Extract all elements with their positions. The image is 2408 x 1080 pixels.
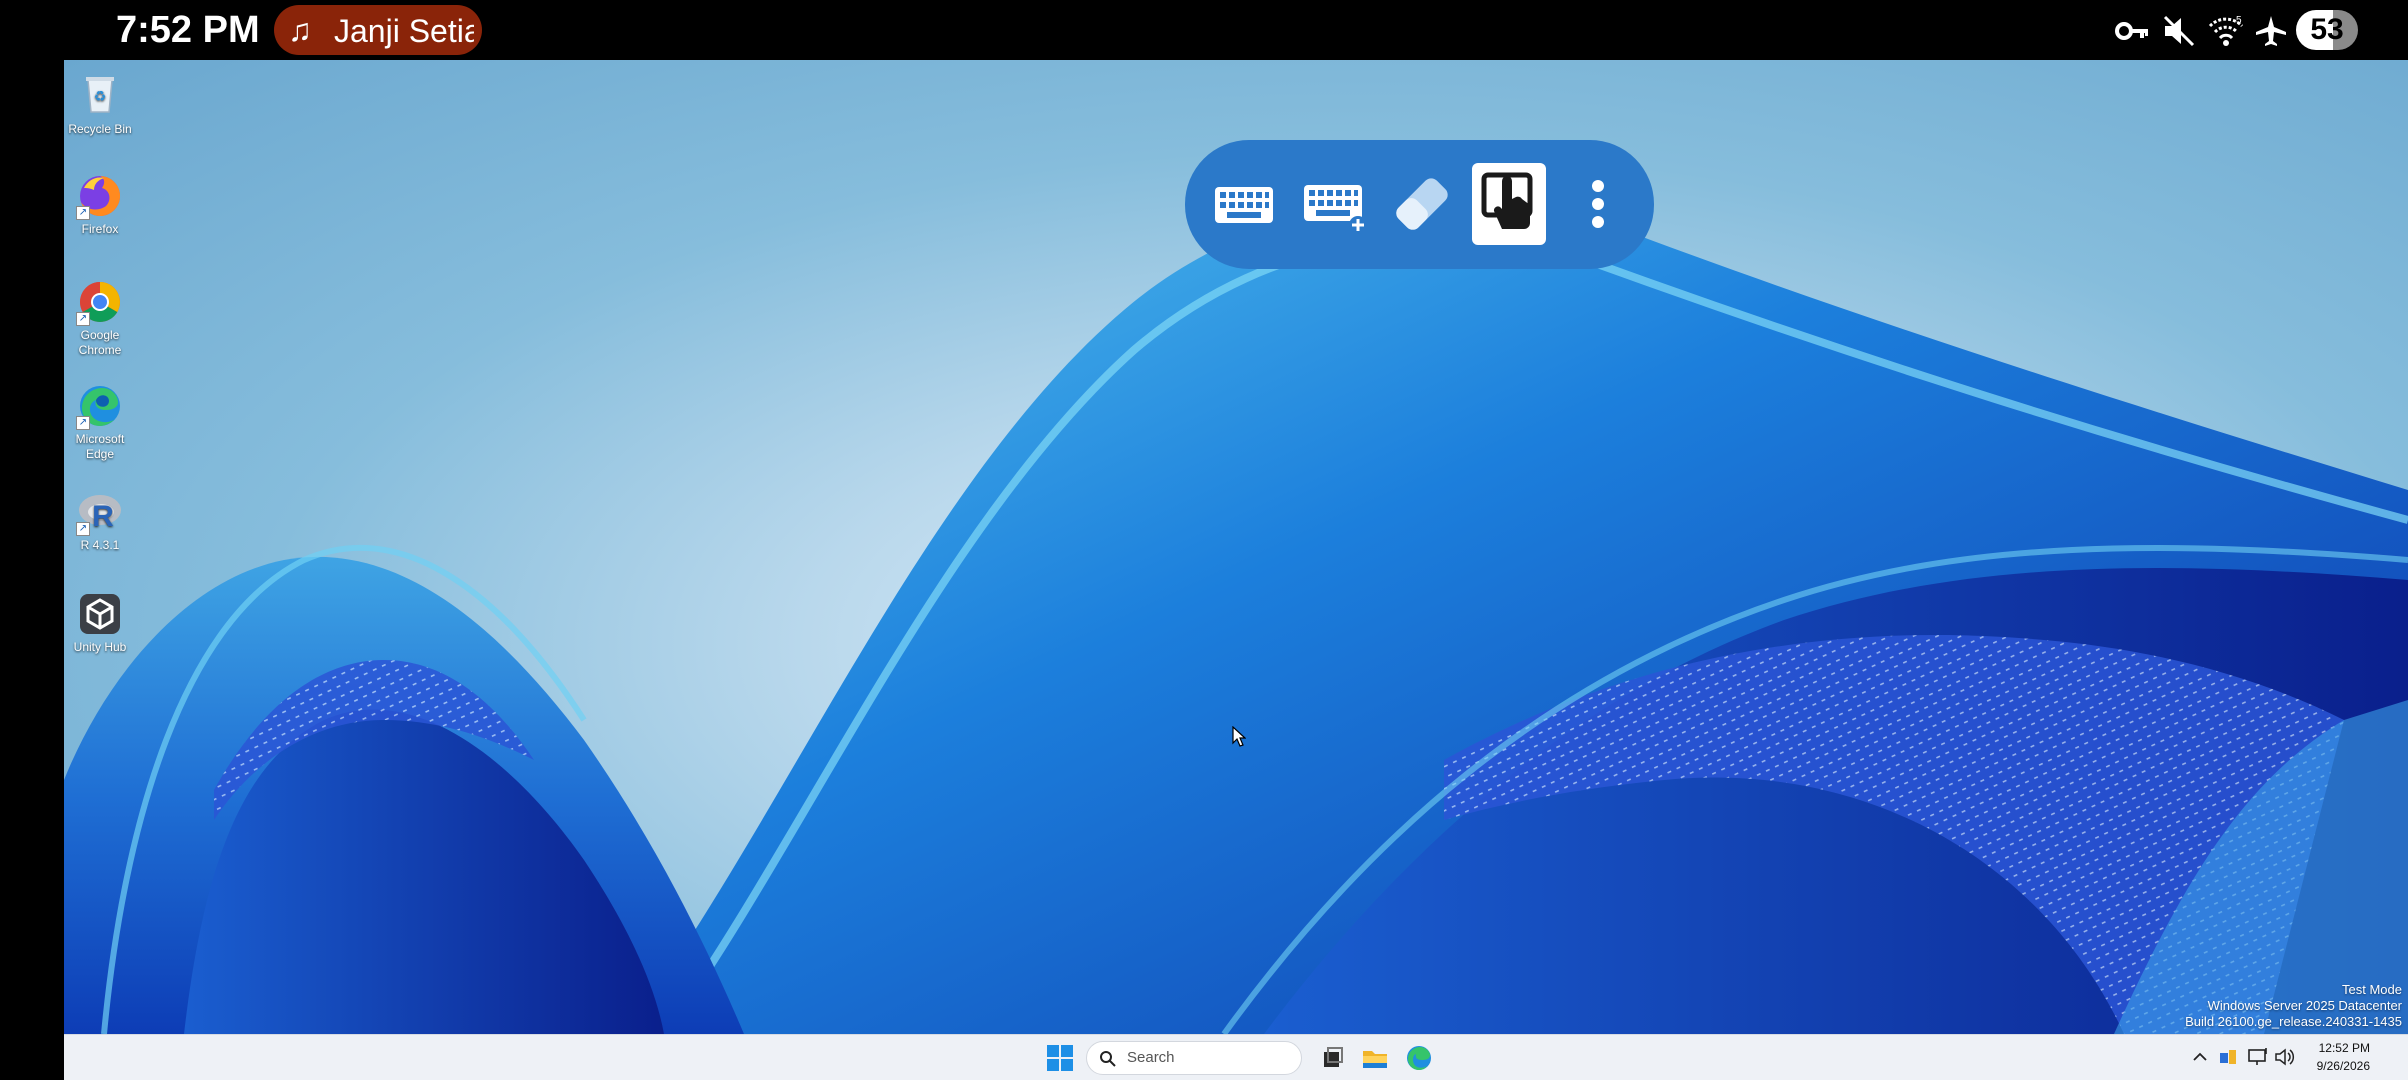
keyboard-add-button[interactable] [1296,163,1370,245]
taskbar-search-box[interactable]: Search [1086,1041,1302,1075]
chevron-up-icon[interactable] [2188,1045,2212,1069]
desktop-icon-label: Firefox [81,222,119,236]
wifi-icon: 5 [2208,15,2244,46]
eraser-icon [1396,178,1448,230]
windows-desktop[interactable]: ♻ Recycle Bin ↗ Firefox ↗ Google Chrome … [64,60,2408,1034]
watermark-line: Test Mode [2342,982,2402,997]
media-chip[interactable]: ♫ Janji Setia [274,5,482,55]
svg-text:♻: ♻ [94,89,107,105]
floating-toolbar [1185,140,1654,269]
clock-date: 9/26/2026 [2316,1059,2370,1073]
touch-mode-icon [1481,172,1533,229]
edge-icon: ↗ [76,382,124,430]
desktop-icon-label: Unity Hub [73,640,127,654]
media-title: Janji Setia [334,13,474,49]
battery-icon: 53 [2296,10,2358,50]
keyboard-icon [1215,187,1273,223]
eraser-button[interactable] [1385,163,1459,245]
svg-text:R: R [92,500,114,533]
network-tray-icon[interactable] [2216,1045,2240,1069]
desktop-icon-label: Recycle Bin [68,122,132,136]
shortcut-arrow-icon: ↗ [76,522,90,536]
svg-text:5: 5 [2236,15,2242,26]
file-explorer-icon[interactable] [1360,1043,1390,1073]
search-icon [1100,1051,1116,1067]
desktop-icon-firefox[interactable]: ↗ Firefox [64,172,136,237]
desktop-icon-unity-hub[interactable]: Unity Hub [64,590,136,655]
shortcut-arrow-icon: ↗ [76,206,90,220]
airplane-mode-icon [2256,16,2286,46]
desktop-icon-chrome[interactable]: ↗ Google Chrome [64,278,136,358]
chrome-icon: ↗ [76,278,124,326]
display-icon[interactable] [2246,1045,2270,1069]
keyboard-button[interactable] [1207,163,1281,245]
vpn-key-icon [2115,22,2148,40]
keyboard-add-icon [1304,185,1367,234]
firefox-icon: ↗ [76,172,124,220]
taskbar-clock[interactable]: 12:52 PM 9/26/2026 [2292,1039,2370,1075]
desktop-icon-recycle-bin[interactable]: ♻ Recycle Bin [64,68,136,137]
shortcut-arrow-icon: ↗ [76,312,90,326]
mouse-cursor-icon [1232,726,1246,747]
r-icon: R ↗ [76,488,124,536]
unity-hub-icon [76,590,124,638]
recycle-bin-icon: ♻ [86,77,114,113]
status-time: 7:52 PM [116,9,260,51]
shortcut-arrow-icon: ↗ [76,416,90,430]
desktop-icon-label: R 4.3.1 [80,538,120,552]
windows-watermark: Test Mode Windows Server 2025 Datacenter… [2185,982,2402,1030]
clock-time: 12:52 PM [2318,1041,2370,1055]
watermark-line: Build 26100.ge_release.240331-1435 [2185,1014,2402,1029]
music-note-icon: ♫ [288,12,312,48]
edge-icon[interactable] [1404,1043,1434,1073]
task-view-icon[interactable] [1317,1043,1347,1073]
android-status-bar: 7:52 PM ♫ Janji Setia 5 53 [0,0,2408,60]
start-button[interactable] [1047,1045,1073,1071]
desktop-icon-label: Google Chrome [78,328,122,357]
desktop-icon-r[interactable]: R ↗ R 4.3.1 [64,488,136,553]
mute-icon [2163,15,2195,47]
windows-taskbar: Search 12:52 PM 9/26/2026 [64,1034,2408,1080]
desktop-icon-label: Microsoft Edge [75,432,125,461]
desktop-icon-edge[interactable]: ↗ Microsoft Edge [64,382,136,462]
watermark-line: Windows Server 2025 Datacenter [2207,998,2402,1013]
more-options-button[interactable] [1561,163,1635,245]
more-options-icon [1592,180,1604,228]
search-placeholder: Search [1127,1049,1175,1066]
touch-mode-button[interactable] [1472,163,1546,245]
